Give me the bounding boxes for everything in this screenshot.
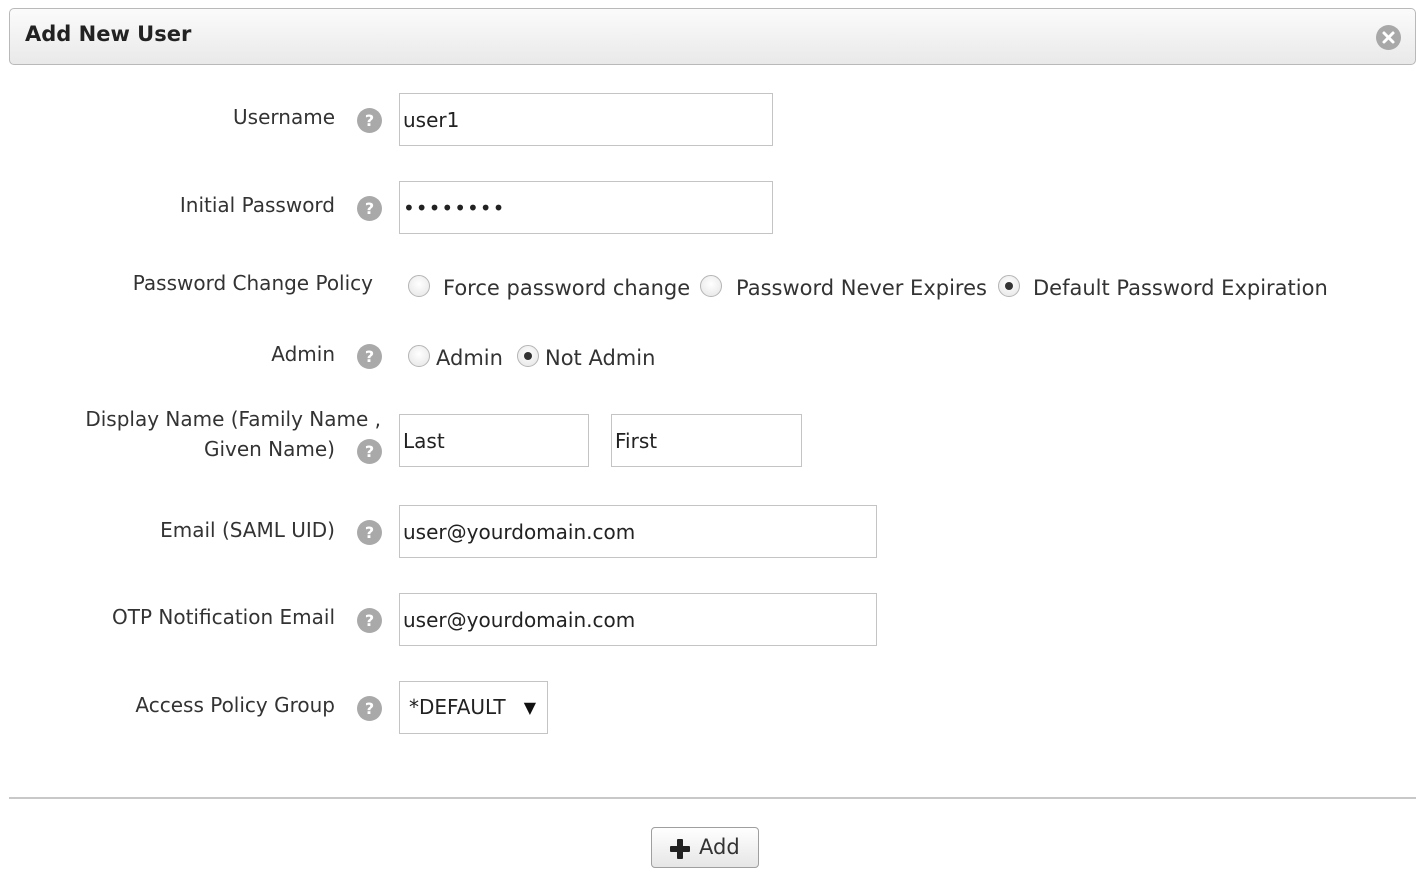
help-icon[interactable]: ? — [357, 520, 382, 545]
help-icon[interactable]: ? — [357, 108, 382, 133]
chevron-down-icon: ▼ — [523, 698, 536, 717]
access-policy-group-select[interactable]: *DEFAULT ▼ — [399, 681, 548, 734]
password-change-policy-label: Password Change Policy — [132, 271, 373, 295]
email-label: Email (SAML UID) — [160, 518, 335, 542]
display-name-label-line2: Given Name) — [203, 437, 335, 461]
display-name-label-line1: Display Name (Family Name , — [85, 407, 381, 431]
not-admin-option-label[interactable]: Not Admin — [545, 346, 655, 370]
divider — [9, 797, 1416, 799]
dialog-header: Add New User — [9, 8, 1416, 65]
otp-email-label: OTP Notification Email — [112, 605, 335, 629]
admin-option-label[interactable]: Admin — [436, 346, 503, 370]
radio-selected-dot — [524, 352, 532, 360]
plus-icon — [669, 838, 691, 864]
default-password-expiration-label[interactable]: Default Password Expiration — [1033, 276, 1328, 300]
dialog-title: Add New User — [25, 22, 192, 46]
add-button[interactable]: Add — [651, 827, 759, 868]
default-password-expiration-radio[interactable] — [998, 275, 1020, 297]
initial-password-label: Initial Password — [179, 193, 335, 217]
admin-radio[interactable] — [408, 345, 430, 367]
help-icon[interactable]: ? — [357, 696, 382, 721]
password-never-expires-label[interactable]: Password Never Expires — [736, 276, 987, 300]
force-password-change-radio[interactable] — [408, 275, 430, 297]
add-button-label: Add — [699, 835, 740, 859]
help-icon[interactable]: ? — [357, 344, 382, 369]
email-input[interactable] — [399, 505, 877, 558]
username-input[interactable] — [399, 93, 773, 146]
access-policy-group-value: *DEFAULT — [409, 695, 506, 719]
help-icon[interactable]: ? — [357, 608, 382, 633]
help-icon[interactable]: ? — [357, 439, 382, 464]
close-icon[interactable] — [1376, 25, 1401, 50]
password-never-expires-radio[interactable] — [700, 275, 722, 297]
radio-selected-dot — [1005, 282, 1013, 290]
family-name-input[interactable] — [399, 414, 589, 467]
access-policy-group-label: Access Policy Group — [135, 693, 335, 717]
admin-label: Admin — [271, 342, 335, 366]
not-admin-radio[interactable] — [517, 345, 539, 367]
help-icon[interactable]: ? — [357, 196, 382, 221]
username-label: Username — [233, 105, 335, 129]
force-password-change-label[interactable]: Force password change — [443, 276, 690, 300]
given-name-input[interactable] — [611, 414, 802, 467]
initial-password-input[interactable] — [399, 181, 773, 234]
otp-email-input[interactable] — [399, 593, 877, 646]
